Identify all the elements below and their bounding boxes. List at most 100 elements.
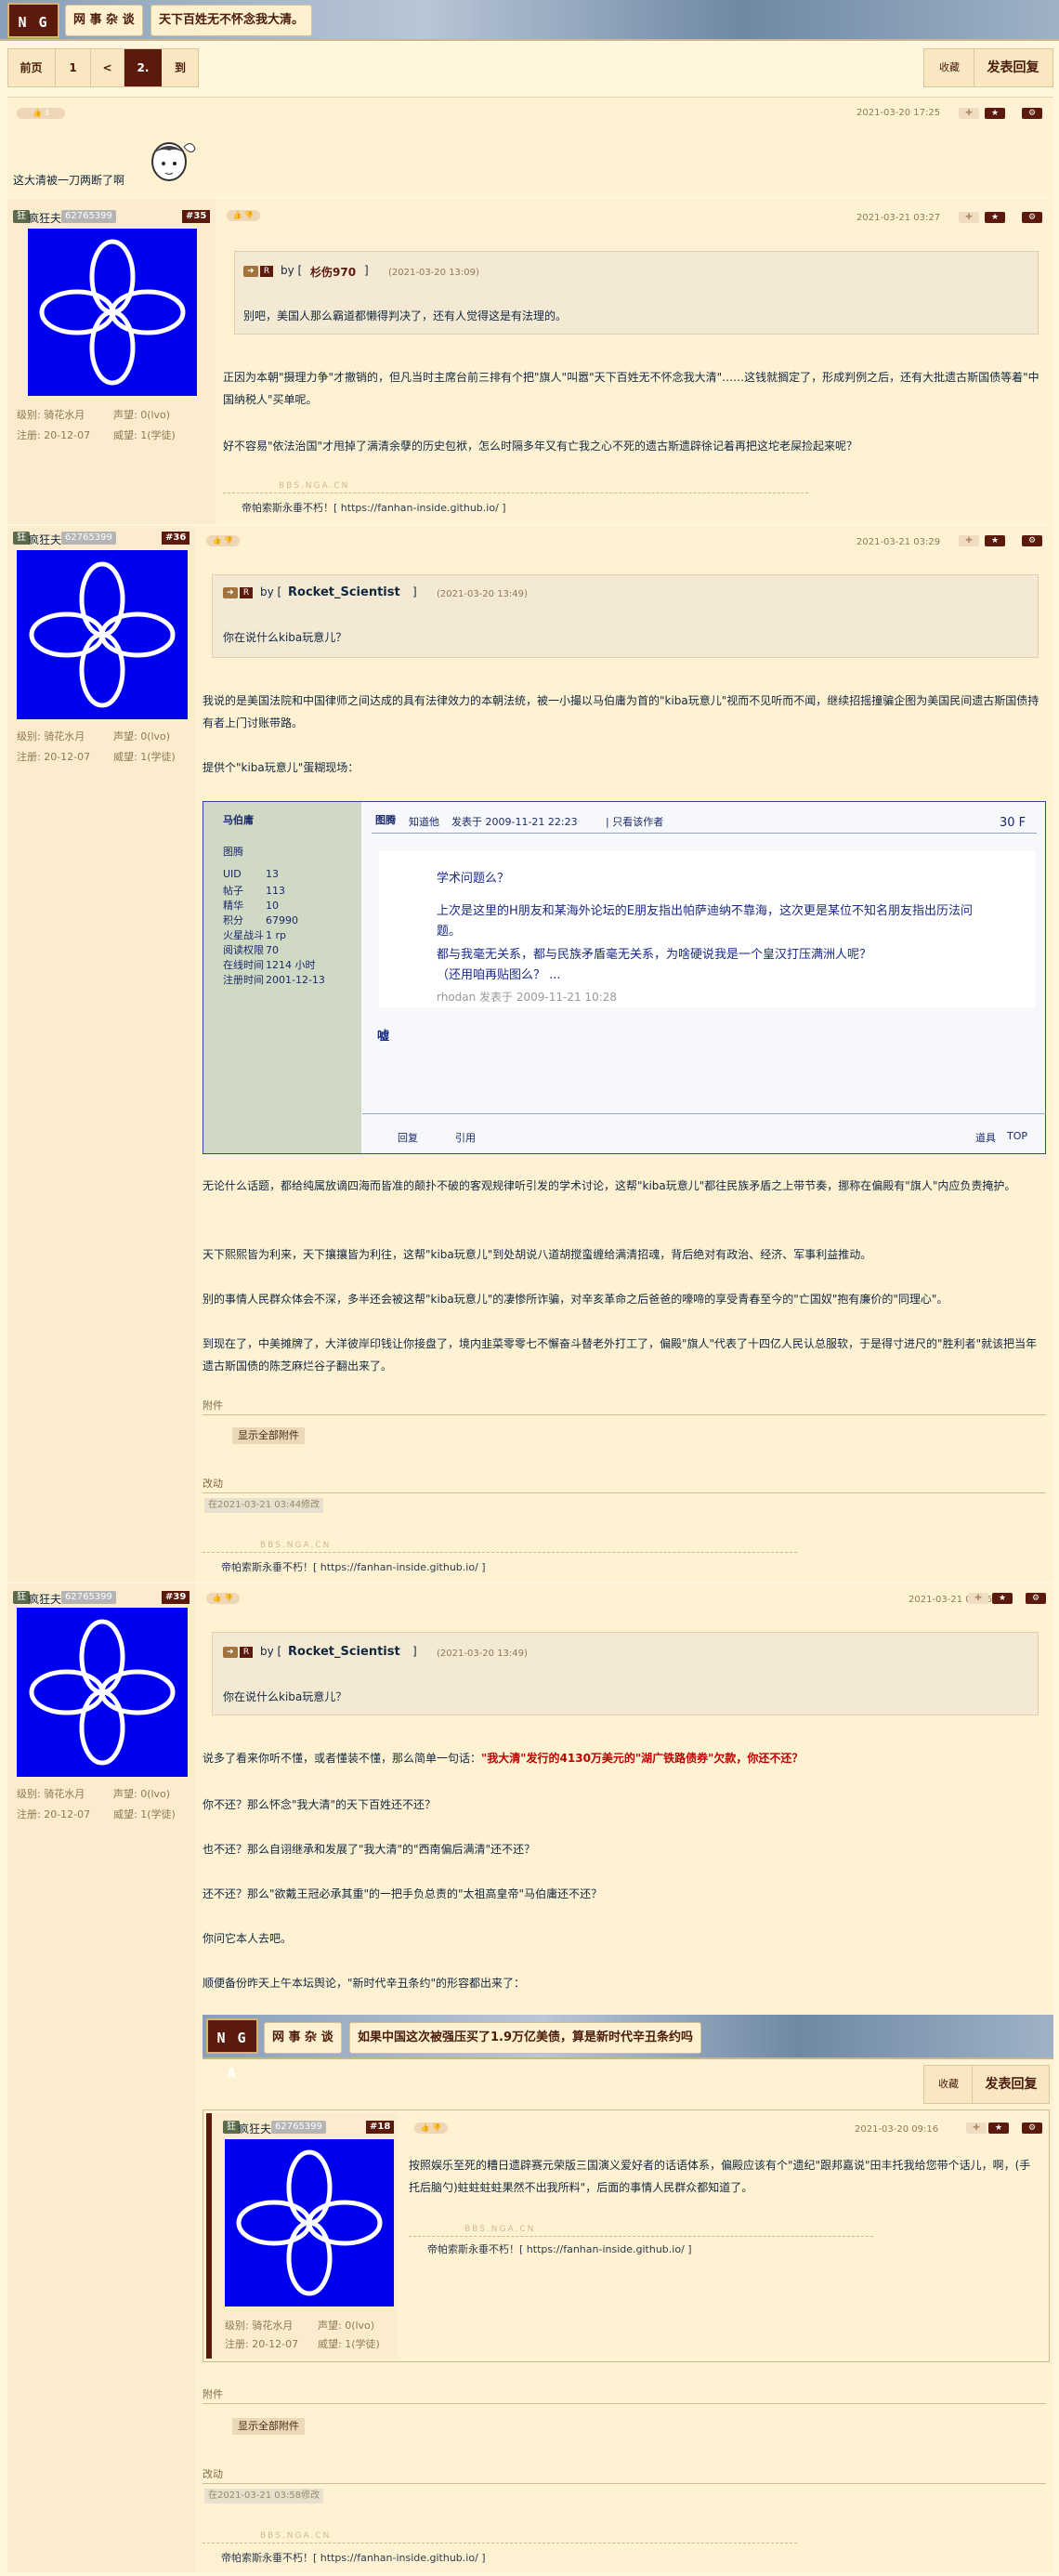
show-attachments-button[interactable]: 显示全部附件 bbox=[232, 2418, 305, 2435]
embedded-reply-text: 嘘 bbox=[377, 1030, 390, 1044]
avatar[interactable] bbox=[17, 550, 188, 719]
settings-icon[interactable]: ⚙ bbox=[1022, 212, 1042, 223]
embedded-reply: 发表回复 bbox=[972, 2066, 1050, 2103]
nga-logo[interactable]: N G A bbox=[7, 3, 59, 66]
signature[interactable]: 帝帕索斯永垂不朽！[ https://fanhan-inside.github.… bbox=[221, 1559, 486, 1574]
reply-tag: R bbox=[240, 587, 253, 598]
signature[interactable]: 帝帕索斯永垂不朽！[ https://fanhan-inside.github.… bbox=[221, 2550, 486, 2565]
post-paragraph: 无论什么话题，都给纯属放谪四海而皆准的颠扑不破的客观规律听引发的学术讨论，这帮"… bbox=[203, 1179, 1016, 1192]
username[interactable]: 疯狂夫 bbox=[28, 1591, 61, 1607]
quote-time: (2021-03-20 13:09) bbox=[388, 268, 479, 278]
floor-number[interactable]: #39 bbox=[162, 1591, 190, 1604]
embedded-floor: 30 F bbox=[1000, 816, 1026, 830]
user-level: 级别: 骑花水月 bbox=[17, 1788, 85, 1800]
quote-by: by [ bbox=[281, 264, 303, 277]
signature[interactable]: 帝帕索斯永垂不朽！[ https://fanhan-inside.github.… bbox=[242, 500, 506, 515]
post-paragraph: 好不容易"依法治国"才甩掉了满清余孽的历史包袱，怎么时隔多年又有亡我之心不死的遗… bbox=[223, 440, 858, 453]
user-id[interactable]: 62765399 bbox=[61, 210, 116, 223]
bookmark-icon[interactable]: ✚ bbox=[959, 212, 979, 223]
user-id[interactable]: 62765399 bbox=[61, 532, 116, 545]
embedded-breadcrumb-topic: 如果中国这次被强压买了1.9万亿美债，算是新时代辛丑条约吗 bbox=[349, 2022, 702, 2054]
star-icon[interactable]: ★ bbox=[992, 1593, 1013, 1604]
embedded-reply-link: 回复 bbox=[398, 1132, 418, 1144]
show-attachments-button[interactable]: 显示全部附件 bbox=[232, 1427, 305, 1444]
embedded-quote-line: （还用咱再贴图么？ ... bbox=[437, 968, 561, 982]
quote-by: by [ bbox=[260, 585, 282, 598]
embedded-quote-source: rhodan 发表于 2009-11-21 10:28 bbox=[437, 991, 618, 1004]
embedded-quote-line: 上次是这里的H朋友和某海外论坛的E朋友指出帕萨迪纳不靠海，这次更是某位不知名朋友… bbox=[437, 904, 973, 939]
post-paragraph: 说多了看来你听不懂，或者懂装不懂，那么简单一句话："我大清"发行的4130万美元… bbox=[203, 1752, 804, 1765]
pager-prev-button[interactable]: < bbox=[91, 49, 124, 86]
user-reputation: 声望: 0(lvo) bbox=[113, 1788, 171, 1800]
bookmark-icon[interactable]: ✚ bbox=[959, 108, 979, 119]
floor-number[interactable]: #36 bbox=[162, 532, 190, 545]
username[interactable]: 疯狂夫 bbox=[28, 532, 61, 547]
embedded-user-reg: 注册: 20-12-07 bbox=[225, 2338, 299, 2350]
quote-time: (2021-03-20 13:49) bbox=[437, 1649, 528, 1659]
embedded-fav: 收藏 bbox=[938, 2078, 959, 2090]
like-button[interactable]: 👍 👎 bbox=[227, 210, 260, 221]
quote-arrow-icon: ➜ bbox=[223, 1647, 238, 1658]
bookmark-icon[interactable]: ✚ bbox=[959, 535, 979, 546]
post-paragraph: 到现在了，中美摊牌了，大洋彼岸印钱让你接盘了，境内韭菜零零七不懈奋斗替老外打工了… bbox=[203, 1337, 1038, 1373]
quote-arrow-icon: ➜ bbox=[243, 266, 258, 277]
username[interactable]: 疯狂夫 bbox=[28, 210, 61, 226]
embedded-post-author: 知道他 bbox=[409, 816, 439, 828]
pager-page-1[interactable]: 1 bbox=[56, 49, 91, 86]
edit-label: 改动 bbox=[203, 2468, 223, 2480]
quote-by: by [ bbox=[260, 1645, 282, 1658]
post-time: 2021-03-21 03:29 bbox=[856, 537, 941, 547]
settings-icon[interactable]: ⚙ bbox=[1022, 108, 1042, 119]
user-id[interactable]: 62765399 bbox=[61, 1591, 116, 1604]
star-icon[interactable]: ★ bbox=[985, 535, 1005, 546]
post-paragraph: 提供个"kiba玩意儿"蛋糊现场： bbox=[203, 761, 360, 774]
reply-button[interactable]: 发表回复 bbox=[974, 49, 1052, 86]
breadcrumb-topic[interactable]: 天下百姓无不怀念我大清。 bbox=[150, 5, 313, 36]
signature-divider bbox=[203, 1552, 797, 1553]
embedded-user-level: 级别: 骑花水月 bbox=[225, 2320, 294, 2332]
user-prestige: 威望: 1(学徒) bbox=[113, 1808, 176, 1820]
post-time: 2021-03-20 17:25 bbox=[856, 108, 941, 118]
embedded-quote-line: 学术问题么？ bbox=[437, 872, 510, 886]
watermark: BBS.NGA.CN bbox=[260, 1541, 332, 1550]
quote-close: ] bbox=[412, 1645, 417, 1658]
bookmark-icon[interactable]: ✚ bbox=[968, 1593, 988, 1604]
star-icon[interactable]: ★ bbox=[985, 108, 1005, 119]
post-paragraph: 也不还？那么自诩继承和发展了"我大清"的"西南偏后满清"还不还？ bbox=[203, 1843, 536, 1856]
like-counter[interactable]: 👍 3 bbox=[17, 108, 65, 119]
quote-username[interactable]: 杉伤970 bbox=[310, 264, 356, 280]
quote-username[interactable]: Rocket_Scientist bbox=[288, 585, 400, 599]
attachments-divider bbox=[203, 2403, 1046, 2404]
embedded-items-link: 道具 bbox=[975, 1132, 996, 1144]
star-icon[interactable]: ★ bbox=[985, 212, 1005, 223]
embedded-user-prestige: 威望: 1(学徒) bbox=[318, 2338, 380, 2350]
post-paragraph: 你不还？那么怀念"我大清"的天下百姓还不还？ bbox=[203, 1798, 437, 1811]
embedded-post-tag: 图腾 bbox=[375, 814, 396, 826]
embedded-footer-divider bbox=[362, 1113, 1046, 1114]
user-level: 级别: 骑花水月 bbox=[17, 730, 85, 743]
like-button[interactable]: 👍 👎 bbox=[206, 535, 240, 546]
embedded-watermark: BBS.NGA.CN bbox=[464, 2225, 536, 2234]
breadcrumb-board[interactable]: 网 事 杂 谈 bbox=[65, 5, 143, 36]
avatar[interactable] bbox=[17, 1608, 188, 1777]
post-text: 这大清被一刀两断了啊 bbox=[13, 174, 125, 187]
edit-timestamp: 在2021-03-21 03:58修改 bbox=[204, 2489, 324, 2504]
user-prestige: 威望: 1(学徒) bbox=[113, 751, 176, 763]
settings-icon[interactable]: ⚙ bbox=[1022, 535, 1042, 546]
avatar[interactable] bbox=[28, 229, 197, 396]
pager-first-button[interactable]: 前页 bbox=[7, 49, 56, 86]
quote-text: 你在说什么kiba玩意儿？ bbox=[223, 1690, 347, 1703]
post-paragraph: 你问它本人去吧。 bbox=[203, 1932, 293, 1945]
favorite-button[interactable]: 收藏 bbox=[925, 49, 974, 86]
like-button[interactable]: 👍 👎 bbox=[206, 1593, 240, 1604]
user-level: 级别: 骑花水月 bbox=[17, 409, 85, 421]
pager-goto-button[interactable]: 到 bbox=[162, 49, 199, 86]
post-paragraph: 正因为本朝"摄理力争"才撤销的，但凡当时主席台前三排有个把"旗人"叫嚣"天下百姓… bbox=[223, 371, 1039, 406]
settings-icon[interactable]: ⚙ bbox=[1026, 1593, 1046, 1604]
embedded-bookmark-icon: ✚ bbox=[966, 2123, 987, 2134]
quote-text: 你在说什么kiba玩意儿？ bbox=[223, 631, 347, 644]
quote-username[interactable]: Rocket_Scientist bbox=[288, 1645, 400, 1659]
floor-number[interactable]: #35 bbox=[182, 210, 211, 223]
embedded-divider bbox=[372, 833, 1037, 834]
embedded-post-time: 发表于 2009-11-21 22:23 bbox=[451, 816, 578, 828]
